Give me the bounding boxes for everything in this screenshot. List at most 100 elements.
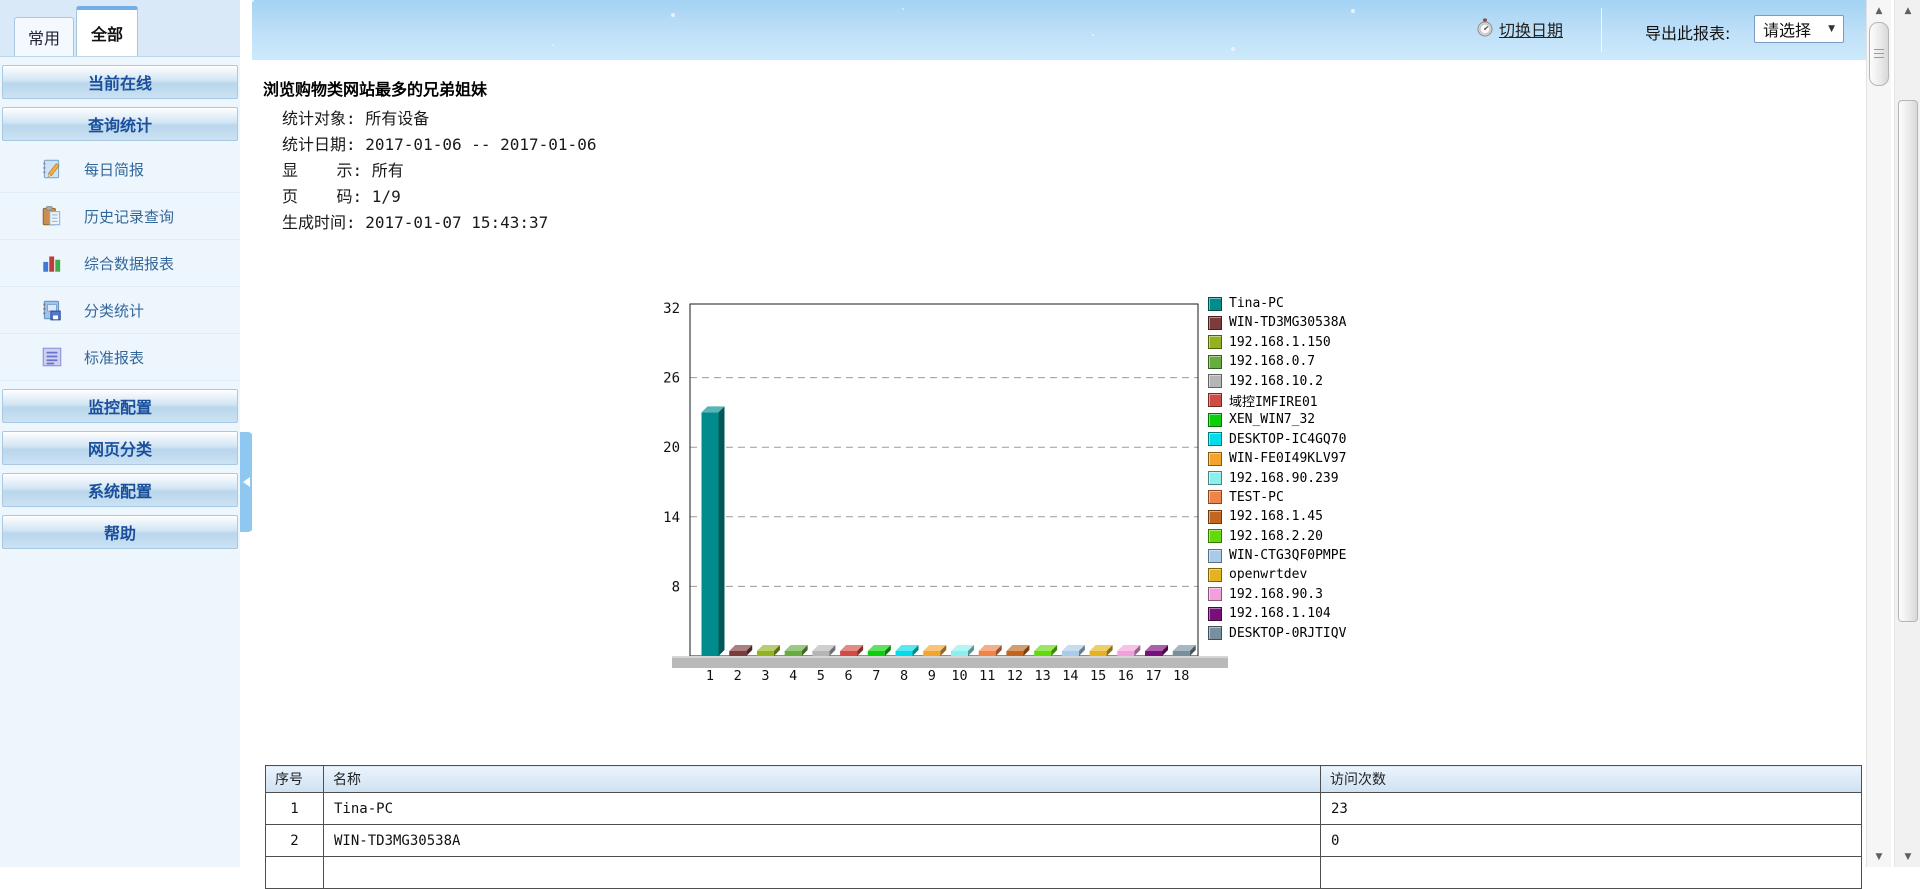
legend-swatch [1208,471,1222,485]
legend-swatch [1208,568,1222,582]
window-scrollbar[interactable]: ▲ ▼ [1894,0,1920,867]
scroll-down-icon[interactable]: ▼ [1867,848,1891,865]
table-row: 1Tina-PC23 [266,793,1862,825]
svg-text:5: 5 [817,668,825,684]
legend-label: 192.168.90.239 [1229,471,1339,486]
legend-item: 192.168.90.3 [1208,588,1346,601]
export-format-select[interactable]: 请选择 ▼ [1754,15,1844,43]
report-meta-line: 显 示: 所有 [282,158,596,184]
sidebar-menu: 每日简报历史记录查询综合数据报表分类统计标准报表 [0,146,240,381]
table-header-cell: 名称 [324,766,1321,793]
daily-report-icon [40,157,64,181]
legend-swatch [1208,626,1222,640]
legend-label: 192.168.1.104 [1229,606,1331,621]
svg-text:16: 16 [1118,668,1134,684]
legend-label: WIN-CTG3QF0PMPE [1229,548,1346,563]
legend-item: 192.168.2.20 [1208,530,1346,543]
sidebar-menu-item[interactable]: 标准报表 [0,334,240,381]
sidebar-groups-bottom: 监控配置网页分类系统配置帮助 [0,389,240,549]
legend-label: WIN-TD3MG30538A [1229,315,1346,330]
svg-text:6: 6 [845,668,853,684]
legend-label: 域控IMFIRE01 [1229,391,1318,410]
svg-text:18: 18 [1173,668,1189,684]
legend-label: 192.168.2.20 [1229,529,1323,544]
sidebar-menu-item[interactable]: 分类统计 [0,287,240,334]
sidebar-group-bar[interactable]: 帮助 [2,515,238,549]
report-meta-line: 页 码: 1/9 [282,184,596,210]
legend-label: TEST-PC [1229,490,1284,505]
legend-item: Tina-PC [1208,297,1346,310]
report-meta-line: 统计对象: 所有设备 [282,106,596,132]
legend-item: DESKTOP-IC4GQ70 [1208,433,1346,446]
legend-swatch [1208,297,1222,311]
table-cell [266,857,324,889]
svg-text:14: 14 [1062,668,1078,684]
svg-text:11: 11 [979,668,995,684]
svg-text:2: 2 [734,668,742,684]
svg-text:7: 7 [872,668,880,684]
sidebar-tab[interactable]: 常用 [14,17,74,56]
legend-label: WIN-FE0I49KLV97 [1229,451,1346,466]
scroll-up-icon[interactable]: ▲ [1867,2,1891,19]
content-scrollbar[interactable]: ▲ ▼ [1866,0,1891,867]
switch-date-label: 切换日期 [1499,17,1563,41]
legend-label: openwrtdev [1229,567,1307,582]
window-scrollbar-thumb[interactable] [1898,100,1918,622]
sidebar-group-bar[interactable]: 当前在线 [2,65,238,99]
category-stats-icon [40,298,64,322]
legend-label: DESKTOP-IC4GQ70 [1229,432,1346,447]
svg-text:17: 17 [1145,668,1161,684]
report-meta-line: 统计日期: 2017-01-06 -- 2017-01-06 [282,132,596,158]
sidebar-group-bar[interactable]: 系统配置 [2,473,238,507]
legend-swatch [1208,374,1222,388]
sidebar-tab[interactable]: 全部 [76,6,138,56]
sidebar-menu-item[interactable]: 综合数据报表 [0,240,240,287]
sidebar-menu-item[interactable]: 每日简报 [0,146,240,193]
content-scrollbar-thumb[interactable] [1869,22,1889,86]
legend-item: TEST-PC [1208,491,1346,504]
sidebar-group-bar[interactable]: 网页分类 [2,431,238,465]
svg-text:1: 1 [706,668,714,684]
chart-legend: Tina-PC WIN-TD3MG30538A 192.168.1.150 192.1… [1208,297,1346,640]
legend-label: 192.168.90.3 [1229,587,1323,602]
switch-date-link[interactable]: 切换日期 [1476,17,1563,41]
standard-report-icon [40,345,64,369]
banner-divider [1601,8,1602,52]
table-row: 2WIN-TD3MG30538A0 [266,825,1862,857]
sidebar-group-bar[interactable]: 查询统计 [2,107,238,141]
legend-item: 192.168.90.239 [1208,472,1346,485]
legend-label: DESKTOP-0RJTIQV [1229,626,1346,641]
sidebar-menu-item-label: 每日简报 [84,159,144,180]
table-header-cell: 访问次数 [1321,766,1862,793]
collapse-left-icon [243,477,250,487]
scroll-down-icon[interactable]: ▼ [1895,848,1920,865]
legend-swatch [1208,393,1222,407]
legend-item: DESKTOP-0RJTIQV [1208,627,1346,640]
table-cell: Tina-PC [324,793,1321,825]
legend-item: openwrtdev [1208,568,1346,581]
legend-swatch [1208,529,1222,543]
scroll-up-icon[interactable]: ▲ [1895,2,1920,19]
sidebar-menu-item[interactable]: 历史记录查询 [0,193,240,240]
legend-item: 192.168.1.150 [1208,336,1346,349]
table-cell: 1 [266,793,324,825]
sidebar-menu-item-label: 分类统计 [84,300,144,321]
table-cell: 2 [266,825,324,857]
table-cell: 0 [1321,825,1862,857]
legend-swatch [1208,549,1222,563]
history-query-icon [40,204,64,228]
legend-item: 192.168.1.45 [1208,510,1346,523]
svg-text:8: 8 [900,668,908,684]
legend-swatch [1208,510,1222,524]
report-title: 浏览购物类网站最多的兄弟姐妹 [263,76,487,100]
legend-label: 192.168.1.45 [1229,509,1323,524]
legend-label: 192.168.10.2 [1229,374,1323,389]
svg-text:12: 12 [1007,668,1023,684]
legend-item: XEN_WIN7_32 [1208,413,1346,426]
sidebar-group-bar[interactable]: 监控配置 [2,389,238,423]
stopwatch-icon [1476,18,1494,41]
legend-item: WIN-CTG3QF0PMPE [1208,549,1346,562]
legend-swatch [1208,413,1222,427]
table-cell: 23 [1321,793,1862,825]
sidebar: 常用全部 当前在线查询统计 每日简报历史记录查询综合数据报表分类统计标准报表 监… [0,0,240,867]
